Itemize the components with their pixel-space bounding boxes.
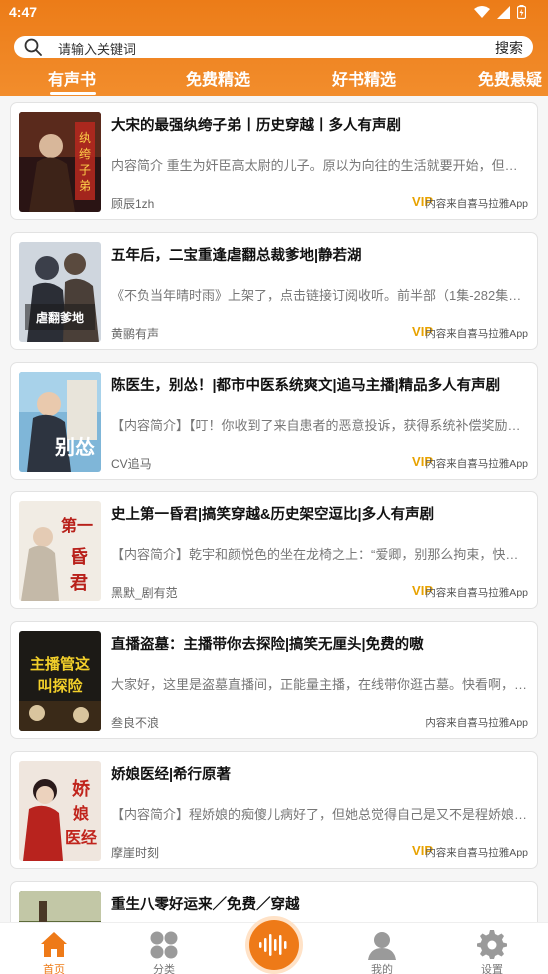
book-title: 史上第一昏君|搞笑穿越&历史架空逗比|多人有声剧	[111, 507, 435, 523]
svg-text:昏: 昏	[70, 547, 88, 568]
book-card[interactable]: 第一 昏 君 史上第一昏君|搞笑穿越&历史架空逗比|多人有声剧 【内容简介】乾宇…	[10, 491, 538, 609]
status-time: 4:47	[9, 4, 38, 20]
audio-wave-icon	[259, 934, 287, 956]
book-description: 大家好，这里是盗墓直播间，正能量主播，在线带你逛古墓。快看啊，墓…	[111, 677, 529, 692]
book-card[interactable]: 娇 娘 医经 娇娘医经|希行原著 【内容简介】程娇娘的痴傻儿病好了，但她总觉得自…	[10, 751, 538, 869]
svg-text:娘: 娘	[73, 804, 89, 823]
book-cover: 主播管这 叫探险	[19, 631, 101, 731]
svg-text:君: 君	[70, 573, 88, 594]
book-author: CV追马	[111, 457, 152, 471]
book-card[interactable]: 纨 绔 子 弟 大宋的最强纨绔子弟丨历史穿越丨多人有声剧 内容简介 重生为奸臣高…	[10, 102, 538, 220]
book-title: 大宋的最强纨绔子弟丨历史穿越丨多人有声剧	[111, 118, 401, 134]
svg-text:别怂: 别怂	[54, 435, 95, 459]
book-source: 内容来自喜马拉雅App	[425, 717, 528, 729]
book-title: 五年后，二宝重逢虐翻总裁爹地|静若湖	[111, 248, 362, 264]
book-source: 内容来自喜马拉雅App	[425, 587, 528, 599]
book-cover: 娇 娘 医经	[19, 761, 101, 861]
active-tab-indicator	[50, 92, 96, 95]
svg-text:绔: 绔	[79, 147, 91, 161]
svg-text:虐翻爹地: 虐翻爹地	[36, 310, 84, 325]
svg-text:叫探险: 叫探险	[37, 677, 83, 695]
book-description: 【内容简介】【叮！你收到了来自患者的恶意投诉，获得系统补偿奖励！…	[111, 418, 529, 433]
svg-text:主播管这: 主播管这	[30, 655, 90, 673]
user-icon	[368, 932, 396, 960]
home-icon	[41, 932, 67, 957]
book-cover: 纨 绔 子 弟	[19, 112, 101, 212]
book-author: 摩崖时刻	[111, 846, 160, 860]
battery-icon	[517, 5, 526, 19]
book-description: 【内容简介】乾宇和颜悦色的坐在龙椅之上：“爱卿，别那么拘束，快坐…	[111, 547, 529, 562]
book-card[interactable]: 重生八零好运来／免费／穿越	[10, 881, 538, 922]
gear-icon	[477, 930, 507, 959]
category-tabs: 有声书 免费精选 好书精选 免费悬疑	[0, 64, 548, 95]
book-source: 内容来自喜马拉雅App	[425, 198, 528, 210]
book-description: 【内容简介】程娇娘的痴傻儿病好了，但她总觉得自己是又不是程娇娘，…	[111, 807, 529, 822]
search-icon	[24, 38, 42, 56]
category-icon	[150, 931, 178, 959]
bottom-nav: 首页 分类 我的 设置	[0, 920, 548, 974]
book-description: 《不负当年晴时雨》上架了，点击链接订阅收听。前半部（1集-282集）…	[111, 288, 529, 303]
audio-play-button[interactable]	[249, 920, 299, 970]
book-title: 陈医生，别怂！|都市中医系统爽文|追马主播|精品多人有声剧	[111, 378, 501, 394]
app-header: 4:47 请输入关键词 搜索 有声书 免费精选 好书精选 免费悬疑	[0, 0, 548, 96]
book-title: 重生八零好运来／免费／穿越	[111, 897, 300, 913]
search-button[interactable]: 搜索	[495, 38, 523, 58]
book-author: 顾辰1zh	[111, 197, 155, 211]
tab-audiobook[interactable]: 有声书	[48, 66, 96, 90]
book-source: 内容来自喜马拉雅App	[425, 458, 528, 470]
svg-text:弟: 弟	[79, 179, 91, 193]
search-input[interactable]: 请输入关键词	[58, 39, 136, 58]
book-description: 内容简介 重生为奸臣高太尉的儿子。原以为向往的生活就要开始，但是…	[111, 158, 529, 173]
book-cover: 第一 昏 君	[19, 501, 101, 601]
book-title: 直播盗墓：主播带你去探险|搞笑无厘头|免费的嗷	[111, 637, 424, 653]
nav-label: 首页	[43, 964, 65, 974]
book-author: 黄鹂有声	[111, 327, 160, 341]
search-bar[interactable]: 请输入关键词 搜索	[14, 36, 533, 58]
nav-category[interactable]: 分类	[124, 923, 204, 974]
book-card[interactable]: 虐翻爹地 五年后，二宝重逢虐翻总裁爹地|静若湖 《不负当年晴时雨》上架了，点击链…	[10, 232, 538, 350]
signal-icon	[497, 5, 510, 19]
svg-text:医经: 医经	[65, 828, 97, 847]
svg-text:娇: 娇	[72, 778, 91, 800]
nav-profile[interactable]: 我的	[342, 923, 422, 974]
tab-free-suspense[interactable]: 免费悬疑	[478, 66, 542, 90]
nav-label: 设置	[481, 964, 503, 974]
nav-settings[interactable]: 设置	[452, 923, 532, 974]
book-title: 娇娘医经|希行原著	[111, 767, 232, 783]
book-list[interactable]: 纨 绔 子 弟 大宋的最强纨绔子弟丨历史穿越丨多人有声剧 内容简介 重生为奸臣高…	[0, 96, 548, 922]
book-author: 叁良不浪	[111, 716, 160, 730]
nav-label: 分类	[153, 964, 175, 974]
book-author: 黑默_剧有范	[111, 586, 178, 600]
book-source: 内容来自喜马拉雅App	[425, 328, 528, 340]
book-card[interactable]: 别怂 陈医生，别怂！|都市中医系统爽文|追马主播|精品多人有声剧 【内容简介】【…	[10, 362, 538, 480]
book-cover: 虐翻爹地	[19, 242, 101, 342]
nav-label: 我的	[371, 964, 393, 974]
book-cover	[19, 891, 101, 922]
svg-text:第一: 第一	[61, 516, 93, 535]
wifi-icon	[474, 5, 490, 18]
svg-text:纨: 纨	[79, 130, 91, 145]
tab-free-picks[interactable]: 免费精选	[186, 66, 250, 90]
book-card[interactable]: 主播管这 叫探险 直播盗墓：主播带你去探险|搞笑无厘头|免费的嗷 大家好，这里是…	[10, 621, 538, 739]
book-source: 内容来自喜马拉雅App	[425, 847, 528, 859]
nav-home[interactable]: 首页	[14, 923, 94, 974]
book-cover: 别怂	[19, 372, 101, 472]
status-bar: 4:47	[0, 0, 548, 24]
tab-good-books[interactable]: 好书精选	[332, 66, 396, 90]
svg-text:子: 子	[79, 163, 91, 177]
